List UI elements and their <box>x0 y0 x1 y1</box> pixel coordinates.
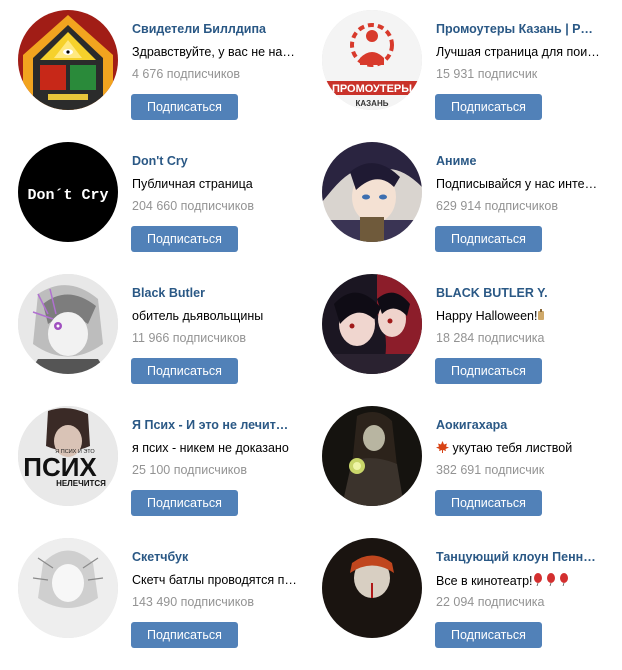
community-title[interactable]: BLACK BUTLER Y. <box>436 286 596 300</box>
pennywise-avatar-image <box>322 538 422 638</box>
black-butler-y-avatar-image <box>322 274 422 374</box>
sketchbook-avatar-image <box>18 538 118 638</box>
subscriber-count: 25 100 подписчиков <box>132 463 248 477</box>
promo-avatar-text: ПРОМОУТЕРЫ <box>332 83 412 95</box>
subscribe-button[interactable]: Подписаться <box>435 94 542 120</box>
community-description: Скетч батлы проводятся по выходным <box>132 573 300 587</box>
halloween-icon <box>537 309 545 324</box>
community-description: я псих - никем не доказано <box>132 441 289 455</box>
subscribe-button[interactable]: Подписаться <box>131 226 238 252</box>
community-card: Танцующий клоун Пеннивайз Все в кинотеат… <box>322 538 622 670</box>
anime-avatar-image <box>322 142 422 242</box>
community-card: ПРОМОУТЕРЫ КАЗАНЬ Промоутеры Казань | Ра… <box>322 10 622 142</box>
subscriber-count: 15 931 подписчик <box>436 67 538 81</box>
community-card: Black Butler обитель дьявольщины 11 966 … <box>18 274 318 406</box>
promo-avatar-city: КАЗАНЬ <box>356 99 389 108</box>
community-description: Happy Halloween! <box>436 309 604 324</box>
community-title[interactable]: Аниме <box>436 154 596 168</box>
community-avatar[interactable] <box>18 10 118 110</box>
subscribe-button[interactable]: Подписаться <box>131 490 238 516</box>
community-avatar[interactable] <box>322 274 422 374</box>
psih-avatar-image: Я ПСИХ И ЭТО ПСИХ НЕЛЕЧИТСЯ <box>18 406 118 506</box>
community-description: укутаю тебя листвой <box>436 441 604 456</box>
community-card: Аниме Подписывайся у нас интересно 629 9… <box>322 142 622 274</box>
community-avatar[interactable]: ПРОМОУТЕРЫ КАЗАНЬ <box>322 10 422 110</box>
subscribe-button[interactable]: Подписаться <box>435 490 542 516</box>
subscriber-count: 18 284 подписчика <box>436 331 545 345</box>
black-butler-avatar-image <box>18 274 118 374</box>
community-avatar[interactable] <box>18 538 118 638</box>
subscriber-count: 382 691 подписчик <box>436 463 545 477</box>
community-card: Don´t Cry Don't Cry Публичная страница 2… <box>18 142 318 274</box>
subscriber-count: 204 660 подписчиков <box>132 199 254 213</box>
subscribe-button[interactable]: Подписаться <box>131 358 238 384</box>
subscriber-count: 629 914 подписчиков <box>436 199 558 213</box>
community-avatar[interactable] <box>322 406 422 506</box>
subscriber-count: 143 490 подписчиков <box>132 595 254 609</box>
community-avatar[interactable] <box>18 274 118 374</box>
subscribe-button[interactable]: Подписаться <box>131 622 238 648</box>
community-avatar[interactable]: Я ПСИХ И ЭТО ПСИХ НЕЛЕЧИТСЯ <box>18 406 118 506</box>
community-title[interactable]: Свидетели Биллдипа <box>132 22 292 36</box>
community-title[interactable]: Танцующий клоун Пеннивайз <box>436 550 596 564</box>
community-avatar[interactable] <box>322 142 422 242</box>
psih-avatar-bottom-text: НЕЛЕЧИТСЯ <box>56 479 106 488</box>
subscriber-count: 22 094 подписчика <box>436 595 545 609</box>
community-card: Аокигахара укутаю тебя листвой 382 691 п… <box>322 406 622 538</box>
subscriber-count: 4 676 подписчиков <box>132 67 241 81</box>
maple-leaf-icon <box>436 441 449 456</box>
subscribe-button[interactable]: Подписаться <box>435 622 542 648</box>
subscriber-count: 11 966 подписчиков <box>132 331 247 345</box>
subscribe-button[interactable]: Подписаться <box>435 358 542 384</box>
community-card: Я ПСИХ И ЭТО ПСИХ НЕЛЕЧИТСЯ Я Псих - И э… <box>18 406 318 538</box>
community-description: Публичная страница <box>132 177 253 191</box>
dont-cry-avatar-text: Don´t Cry <box>27 187 108 204</box>
community-card: Скетчбук Скетч батлы проводятся по выход… <box>18 538 318 670</box>
subscribe-button[interactable]: Подписаться <box>131 94 238 120</box>
community-title[interactable]: Black Butler <box>132 286 292 300</box>
community-card: BLACK BUTLER Y. Happy Halloween! 18 284 … <box>322 274 622 406</box>
promoters-logo-image: ПРОМОУТЕРЫ КАЗАНЬ <box>322 10 422 110</box>
community-title[interactable]: Я Псих - И это не лечится| <box>132 418 292 432</box>
community-card: Свидетели Биллдипа Здравствуйте, у вас н… <box>18 10 318 142</box>
community-description: обитель дьявольщины <box>132 309 264 323</box>
community-avatar[interactable] <box>322 538 422 638</box>
community-title[interactable]: Don't Cry <box>132 154 292 168</box>
community-description: Все в кинотеатр! <box>436 573 604 589</box>
community-description: Здравствуйте, у вас не найдется минутки <box>132 45 300 59</box>
aokigahara-avatar-image <box>322 406 422 506</box>
psih-avatar-text: ПСИХ <box>23 452 97 482</box>
community-description: Лучшая страница для поиска работы <box>436 45 604 59</box>
community-title[interactable]: Аокигахара <box>436 418 596 432</box>
bill-cipher-avatar-image <box>18 10 118 110</box>
community-avatar[interactable]: Don´t Cry <box>18 142 118 242</box>
community-title[interactable]: Скетчбук <box>132 550 292 564</box>
balloon-icon <box>533 573 569 589</box>
community-description: Подписывайся у нас интересно <box>436 177 604 191</box>
dont-cry-avatar-image: Don´t Cry <box>18 142 118 242</box>
community-title[interactable]: Промоутеры Казань | Работа <box>436 22 596 36</box>
subscribe-button[interactable]: Подписаться <box>435 226 542 252</box>
